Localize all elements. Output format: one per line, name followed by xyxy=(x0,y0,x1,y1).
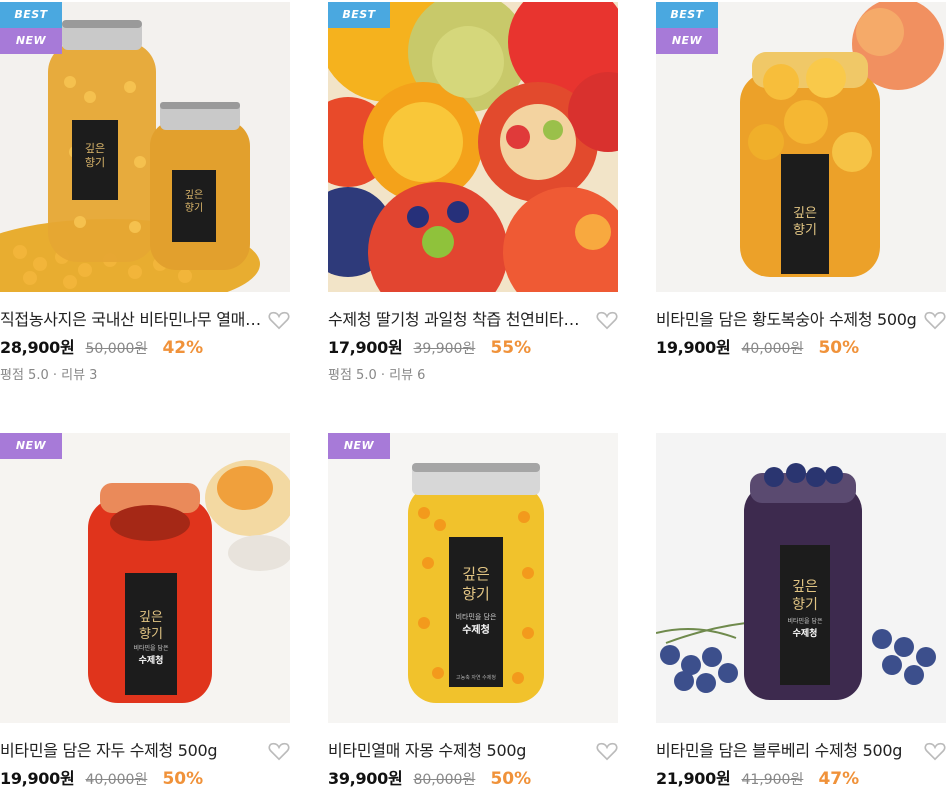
best-badge: BEST xyxy=(656,2,718,28)
product-title[interactable]: 비타민을 담은 블루베리 수제청 500g xyxy=(656,739,918,763)
best-badge: BEST xyxy=(328,2,390,28)
discount-rate: 42% xyxy=(162,338,204,358)
jar-label-text: 깊은 xyxy=(462,565,490,583)
product-image[interactable]: 깊은 향기 비타민을 담은 수제청 xyxy=(656,433,946,723)
jar-label-text: 수제청 xyxy=(139,654,164,666)
heart-icon[interactable] xyxy=(268,741,290,761)
new-badge: NEW xyxy=(328,433,390,459)
jar-label-text: 향기 xyxy=(139,627,163,642)
product-image[interactable]: 깊은 향기 깊은 향기 BEST NEW xyxy=(0,2,290,292)
jar-label-text: 향기 xyxy=(462,585,490,603)
product-image[interactable]: BEST xyxy=(328,2,618,292)
jar-label-text: 고농축 자연 수제청 xyxy=(456,674,496,681)
jar-label-text: 수제청 xyxy=(462,623,490,636)
jar-label-text: 깊은 xyxy=(792,579,818,595)
product-image[interactable]: 깊은 향기 비타민을 담은 수제청 NEW xyxy=(0,433,290,723)
jar-label-text: 수제청 xyxy=(793,627,818,639)
original-price: 50,000원 xyxy=(85,341,148,357)
jar-label-text: 향기 xyxy=(792,597,818,613)
discount-rate: 55% xyxy=(490,338,532,358)
jar-label-text: 깊은 xyxy=(139,610,163,625)
sale-price: 28,900원 xyxy=(0,338,75,357)
sale-price: 19,900원 xyxy=(656,338,731,357)
jar-label-text: 깊은 xyxy=(185,189,203,201)
jar-label-text: 비타민을 담은 xyxy=(133,644,169,652)
sale-price: 21,900원 xyxy=(656,769,731,788)
sale-price: 19,900원 xyxy=(0,769,75,788)
discount-rate: 50% xyxy=(162,769,204,789)
product-card[interactable]: 깊은 향기 BEST NEW 비타민을 담은 황도복숭아 수제청 500g 19… xyxy=(656,2,946,358)
jar-label-text: 향기 xyxy=(85,156,105,169)
product-image[interactable]: 깊은 향기 비타민을 담은 수제청 고농축 자연 수제청 NEW xyxy=(328,433,618,723)
new-badge: NEW xyxy=(0,28,62,54)
discount-rate: 50% xyxy=(818,338,860,358)
sale-price: 39,900원 xyxy=(328,769,403,788)
heart-icon[interactable] xyxy=(596,741,618,761)
product-title[interactable]: 수제청 딸기청 과일청 착즙 천연비타민 수제청 500g xyxy=(328,308,590,332)
discount-rate: 50% xyxy=(490,769,532,789)
sale-price: 17,900원 xyxy=(328,338,403,357)
product-title[interactable]: 비타민열매 자몽 수제청 500g xyxy=(328,739,590,763)
original-price: 39,900원 xyxy=(413,341,476,357)
original-price: 40,000원 xyxy=(85,772,148,788)
jar-label-text: 향기 xyxy=(793,223,817,238)
original-price: 41,900원 xyxy=(741,772,804,788)
jar-label-text: 비타민을 담은 xyxy=(787,617,823,625)
best-badge: BEST xyxy=(0,2,62,28)
new-badge: NEW xyxy=(0,433,62,459)
jar-label-text: 비타민을 담은 xyxy=(456,612,497,621)
heart-icon[interactable] xyxy=(596,310,618,330)
heart-icon[interactable] xyxy=(924,741,946,761)
product-card[interactable]: 깊은 향기 깊은 향기 BEST NEW 직접농사지은 국내산 비타민나무 열매… xyxy=(0,2,290,383)
new-badge: NEW xyxy=(656,28,718,54)
product-card[interactable]: 깊은 향기 비타민을 담은 수제청 비타민을 담은 블루베리 수제청 500g … xyxy=(656,433,946,789)
original-price: 80,000원 xyxy=(413,772,476,788)
product-card[interactable]: 깊은 향기 비타민을 담은 수제청 고농축 자연 수제청 NEW 비타민열매 자… xyxy=(328,433,618,789)
rating-review: 평점 5.0 · 리뷰 6 xyxy=(328,368,426,383)
product-image[interactable]: 깊은 향기 BEST NEW xyxy=(656,2,946,292)
jar-label-text: 향기 xyxy=(185,202,203,214)
heart-icon[interactable] xyxy=(924,310,946,330)
jar-label-text: 깊은 xyxy=(85,142,105,155)
discount-rate: 47% xyxy=(818,769,860,789)
product-title[interactable]: 직접농사지은 국내산 비타민나무 열매 수제청 500g xyxy=(0,308,262,332)
product-title[interactable]: 비타민을 담은 자두 수제청 500g xyxy=(0,739,262,763)
rating-review: 평점 5.0 · 리뷰 3 xyxy=(0,368,98,383)
product-card[interactable]: BEST 수제청 딸기청 과일청 착즙 천연비타민 수제청 500g 17,90… xyxy=(328,2,618,383)
product-card[interactable]: 깊은 향기 비타민을 담은 수제청 NEW 비타민을 담은 자두 수제청 500… xyxy=(0,433,290,789)
original-price: 40,000원 xyxy=(741,341,804,357)
heart-icon[interactable] xyxy=(268,310,290,330)
product-title[interactable]: 비타민을 담은 황도복숭아 수제청 500g xyxy=(656,308,918,332)
jar-label-text: 깊은 xyxy=(793,206,817,221)
